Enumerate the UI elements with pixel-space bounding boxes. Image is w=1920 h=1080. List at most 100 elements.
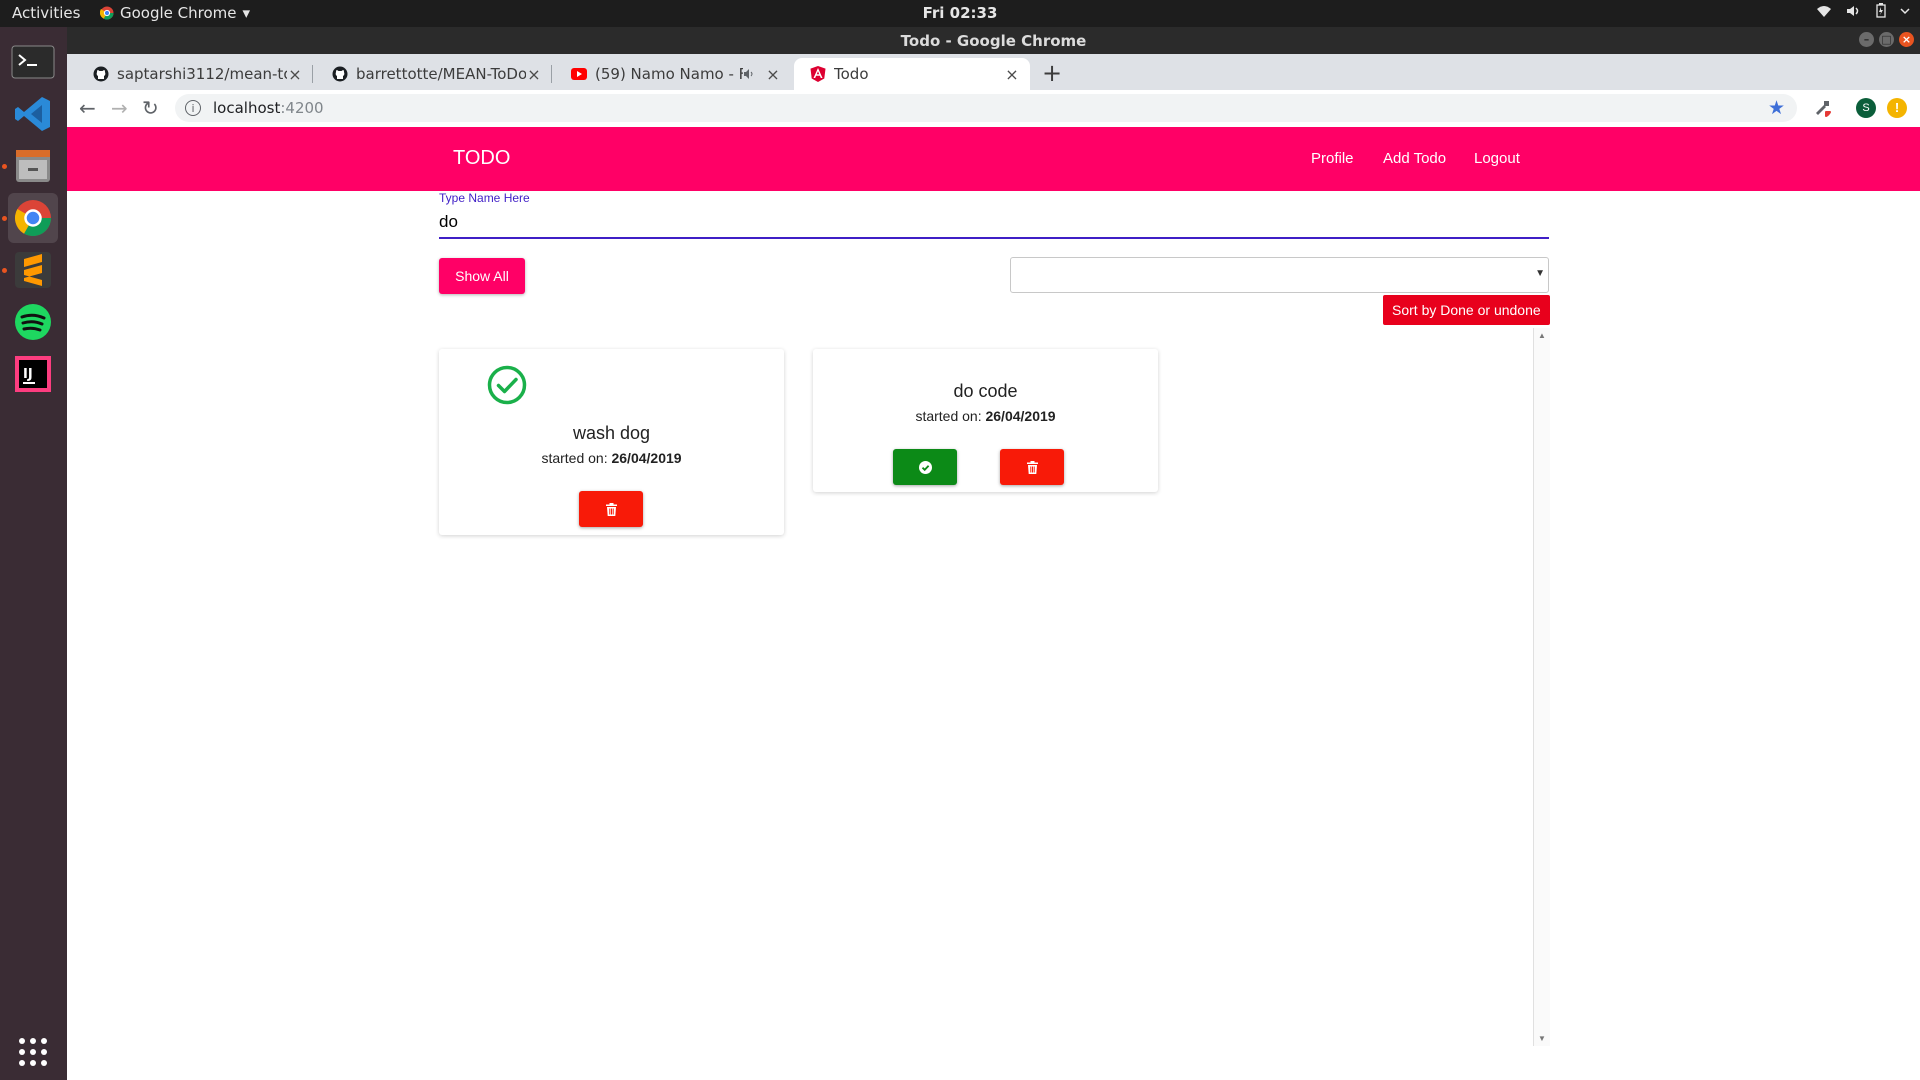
mark-done-button[interactable] [893, 449, 957, 485]
started-label: started on: [541, 450, 608, 466]
extension-icon[interactable] [1812, 98, 1832, 118]
tab-barrettotte-repo[interactable]: barrettotte/MEAN-ToDoList × [316, 58, 552, 90]
spotify-icon [15, 304, 51, 340]
tab-todo[interactable]: Todo × [794, 58, 1030, 90]
app-menu-label: Google Chrome [120, 4, 237, 22]
close-icon[interactable]: × [765, 65, 781, 84]
terminal-launcher[interactable] [8, 37, 58, 87]
todo-card: wash dog started on: 26/04/2019 [439, 349, 784, 535]
power-menu-icon [1900, 7, 1910, 14]
profile-initial: S [1862, 102, 1870, 114]
sort-tooltip: Sort by Done or undone [1383, 295, 1550, 325]
nav-add-todo-link[interactable]: Add Todo [1383, 150, 1446, 167]
nav-logout-link[interactable]: Logout [1474, 150, 1520, 167]
reload-icon[interactable]: ↻ [142, 96, 159, 120]
files-launcher[interactable] [8, 141, 58, 191]
tab-title: barrettotte/MEAN-ToDoList [356, 65, 526, 83]
todo-title: wash dog [572, 423, 651, 443]
browser-toolbar: ← → ↻ i localhost:4200 ★ S ! [67, 90, 1920, 128]
wifi-icon [1817, 5, 1831, 17]
close-icon[interactable]: × [287, 65, 303, 84]
forward-icon[interactable]: → [111, 96, 128, 120]
system-tray[interactable] [1816, 3, 1910, 18]
new-tab-button[interactable]: + [1042, 59, 1062, 87]
running-indicator [2, 164, 7, 169]
system-top-bar: Activities Google Chrome ▾ Fri 02:33 [0, 0, 1920, 27]
chrome-launcher[interactable] [8, 193, 58, 243]
todo-date: started on: 26/04/2019 [813, 408, 1158, 424]
address-bar[interactable]: i localhost:4200 ★ [175, 94, 1797, 122]
vscode-launcher[interactable] [8, 89, 58, 139]
list-scrollbar[interactable]: ▲ ▼ [1533, 328, 1550, 1046]
check-circle-icon [918, 460, 932, 474]
dock: IJ [0, 27, 67, 1080]
chrome-icon [14, 200, 52, 237]
tab-title: (59) Namo Namo - Full [595, 65, 743, 83]
app-navbar: TODO Profile Add Todo Logout [67, 127, 1920, 191]
show-all-button[interactable]: Show All [439, 258, 525, 294]
svg-text:IJ: IJ [23, 367, 33, 382]
tab-divider [551, 65, 552, 83]
youtube-icon [571, 68, 587, 80]
volume-icon [1847, 5, 1859, 16]
activities-button[interactable]: Activities [12, 4, 80, 22]
battery-icon [1876, 3, 1886, 18]
tab-strip: saptarshi3112/mean-todo × barrettotte/ME… [67, 54, 1920, 90]
files-icon [16, 150, 50, 182]
site-info-icon[interactable]: i [185, 100, 201, 116]
tab-saptarshi-repo[interactable]: saptarshi3112/mean-todo × [77, 58, 313, 90]
close-icon[interactable]: × [1004, 65, 1020, 84]
window-title-bar: Todo - Google Chrome – □ × [67, 27, 1920, 54]
sublime-launcher[interactable] [8, 245, 58, 295]
bookmark-star-icon[interactable]: ★ [1768, 97, 1785, 119]
done-check-icon [487, 365, 527, 405]
chevron-down-icon: ▾ [242, 4, 251, 22]
close-icon[interactable]: × [526, 65, 542, 84]
audio-playing-icon[interactable] [743, 68, 757, 80]
angular-icon [810, 66, 826, 82]
minimize-icon[interactable]: – [1859, 32, 1874, 47]
tab-divider [312, 65, 313, 83]
tab-title: saptarshi3112/mean-todo [117, 65, 287, 83]
intellij-icon: IJ [15, 356, 51, 392]
github-icon [93, 66, 109, 82]
update-alert-icon[interactable]: ! [1887, 98, 1907, 118]
started-label: started on: [915, 408, 982, 424]
maximize-icon[interactable]: □ [1879, 32, 1894, 47]
github-icon [332, 66, 348, 82]
tab-youtube[interactable]: (59) Namo Namo - Full × [555, 58, 791, 90]
started-date: 26/04/2019 [985, 408, 1056, 424]
sort-select[interactable]: ▼ [1010, 257, 1549, 293]
url-port: :4200 [280, 99, 324, 117]
vscode-icon [15, 97, 50, 131]
app-menu[interactable]: Google Chrome ▾ [100, 4, 250, 22]
window-title: Todo - Google Chrome [900, 32, 1087, 50]
sublime-icon [15, 252, 51, 288]
spotify-launcher[interactable] [8, 297, 58, 347]
url-host: localhost [213, 99, 281, 117]
intellij-launcher[interactable]: IJ [8, 349, 58, 399]
todo-date: started on: 26/04/2019 [439, 450, 784, 466]
trash-icon [1026, 460, 1038, 474]
scroll-up-icon[interactable]: ▲ [1538, 331, 1546, 340]
search-label: Type Name Here [439, 191, 530, 205]
clock[interactable]: Fri 02:33 [0, 4, 1920, 22]
nav-profile-link[interactable]: Profile [1311, 150, 1354, 167]
todo-title: do code [953, 381, 1018, 401]
search-input[interactable] [439, 207, 1549, 239]
delete-button[interactable] [579, 491, 643, 527]
app-brand[interactable]: TODO [453, 147, 510, 170]
profile-avatar[interactable]: S [1856, 98, 1876, 118]
tab-title: Todo [834, 65, 869, 83]
back-icon[interactable]: ← [79, 96, 96, 120]
scroll-down-icon[interactable]: ▼ [1538, 1034, 1546, 1043]
delete-button[interactable] [1000, 449, 1064, 485]
trash-icon [605, 502, 617, 516]
started-date: 26/04/2019 [611, 450, 682, 466]
chrome-small-icon [100, 6, 114, 20]
close-window-icon[interactable]: × [1899, 32, 1914, 47]
running-indicator [2, 268, 7, 273]
show-applications-button[interactable] [8, 1027, 58, 1077]
dropdown-arrow-icon: ▼ [1535, 268, 1545, 279]
app-grid-icon [19, 1038, 47, 1066]
